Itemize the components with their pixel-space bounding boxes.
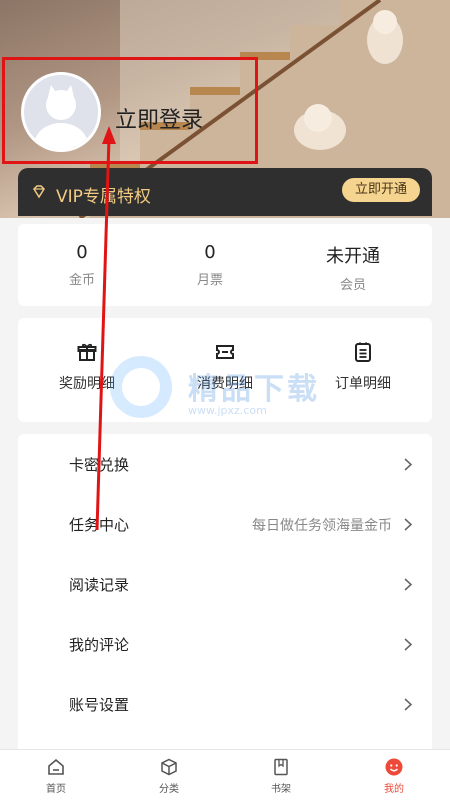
stat-label: 会员 bbox=[339, 278, 366, 293]
vip-banner[interactable]: VIP专属特权 立即开通 bbox=[18, 168, 432, 216]
details-card: 奖励明细 消费明细 订单明细 bbox=[18, 318, 432, 422]
menu-item-my-comments[interactable]: 我的评论 bbox=[18, 614, 432, 674]
bottom-tab-bar: 首页 分类 书架 我的 bbox=[0, 749, 450, 800]
reward-details-button[interactable]: 奖励明细 bbox=[32, 342, 142, 393]
profile-face-icon bbox=[385, 758, 403, 776]
ticket-icon bbox=[216, 345, 234, 359]
chevron-right-icon bbox=[404, 458, 412, 471]
gift-icon bbox=[77, 343, 97, 361]
menu-item-title: 账号设置 bbox=[69, 696, 130, 714]
tab-mine[interactable]: 我的 bbox=[364, 758, 424, 795]
bookshelf-icon bbox=[274, 758, 288, 776]
tab-label: 分类 bbox=[159, 784, 179, 795]
diamond-icon bbox=[33, 185, 45, 199]
order-details-button[interactable]: 订单明细 bbox=[308, 342, 418, 393]
menu-list: 卡密兑换 任务中心 每日做任务领海量金币 阅读记录 我的评论 账号设置 bbox=[18, 434, 432, 754]
chevron-right-icon bbox=[404, 578, 412, 591]
menu-item-title: 卡密兑换 bbox=[69, 456, 130, 474]
annotation-highlight-box bbox=[2, 57, 258, 164]
order-details-label: 订单明细 bbox=[335, 376, 391, 392]
reward-details-label: 奖励明细 bbox=[59, 376, 115, 392]
stat-value: 0 bbox=[204, 242, 216, 263]
vip-open-button[interactable]: 立即开通 bbox=[342, 178, 420, 202]
tab-label: 首页 bbox=[46, 784, 66, 795]
menu-item-card-redeem[interactable]: 卡密兑换 bbox=[18, 434, 432, 494]
tab-bookshelf[interactable]: 书架 bbox=[251, 758, 311, 795]
stat-coins[interactable]: 0 金币 bbox=[32, 242, 132, 288]
tab-category[interactable]: 分类 bbox=[139, 758, 199, 795]
consumption-details-label: 消费明细 bbox=[197, 376, 253, 392]
menu-item-task-center[interactable]: 任务中心 每日做任务领海量金币 bbox=[18, 494, 432, 554]
stats-card: 0 金币 0 月票 未开通 会员 bbox=[18, 224, 432, 306]
category-cube-icon bbox=[161, 758, 177, 776]
tab-label: 书架 bbox=[271, 784, 291, 795]
menu-item-subtitle: 每日做任务领海量金币 bbox=[252, 518, 392, 534]
menu-item-title: 任务中心 bbox=[69, 516, 130, 534]
stat-value: 未开通 bbox=[326, 246, 380, 267]
consumption-details-button[interactable]: 消费明细 bbox=[170, 342, 280, 393]
order-list-icon bbox=[355, 342, 371, 362]
tab-home[interactable]: 首页 bbox=[26, 758, 86, 795]
vip-label: VIP专属特权 bbox=[56, 187, 151, 207]
stat-value: 0 bbox=[76, 242, 88, 263]
stat-label: 金币 bbox=[68, 273, 95, 288]
stat-membership[interactable]: 未开通 会员 bbox=[303, 242, 403, 293]
menu-item-reading-history[interactable]: 阅读记录 bbox=[18, 554, 432, 614]
chevron-right-icon bbox=[404, 518, 412, 531]
chevron-right-icon bbox=[404, 638, 412, 651]
menu-item-title: 阅读记录 bbox=[69, 576, 130, 594]
tab-label: 我的 bbox=[384, 784, 404, 795]
home-icon bbox=[48, 758, 64, 775]
stat-monthly-tickets[interactable]: 0 月票 bbox=[160, 242, 260, 288]
menu-item-title: 我的评论 bbox=[69, 636, 130, 654]
menu-item-account-settings[interactable]: 账号设置 bbox=[18, 674, 432, 734]
chevron-right-icon bbox=[404, 698, 412, 711]
stat-label: 月票 bbox=[196, 273, 223, 288]
